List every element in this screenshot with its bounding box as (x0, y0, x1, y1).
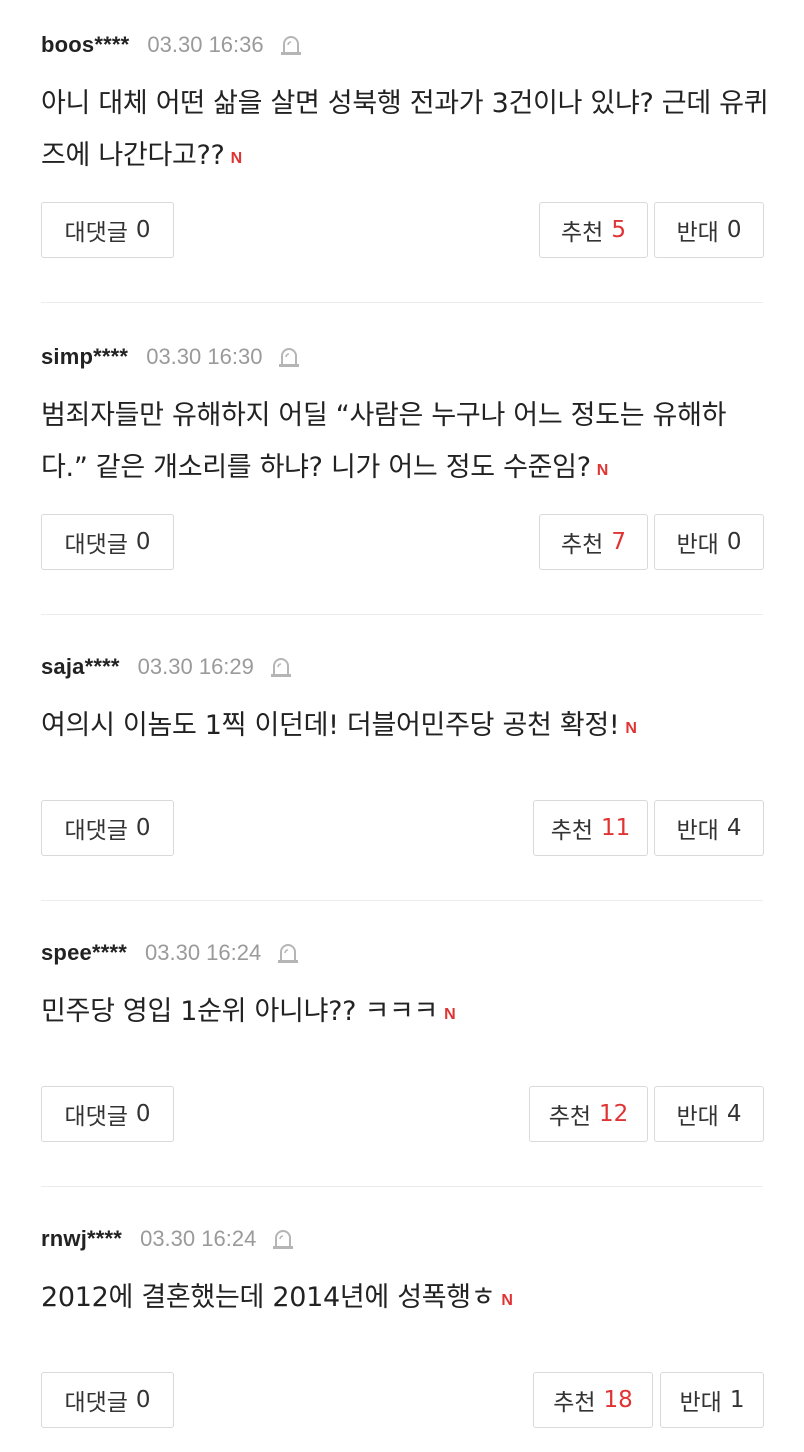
comment-text: 여의시 이놈도 1찍 이던데! 더블어민주당 공천 확정! N (41, 700, 771, 755)
dislike-button[interactable]: 반대 0 (654, 514, 764, 570)
new-badge: N (230, 150, 243, 167)
reply-button[interactable]: 대댓글 0 (41, 1086, 174, 1142)
comment-meta: boos**** 03.30 16:36 (41, 30, 302, 60)
comment-item: simp**** 03.30 16:30 범죄자들만 유해하지 어딜 “사람은 … (0, 312, 804, 616)
dislike-count: 1 (729, 1387, 745, 1413)
reply-count: 0 (135, 529, 151, 555)
comment-text-content: 민주당 영입 1순위 아니냐?? ㅋㅋㅋ (41, 996, 439, 1027)
comment-divider (41, 900, 763, 901)
report-siren-icon[interactable] (278, 345, 300, 369)
comment-timestamp: 03.30 16:36 (147, 32, 264, 57)
reply-label: 대댓글 (64, 1390, 128, 1416)
comment-username: saja**** (41, 654, 120, 679)
dislike-count: 4 (726, 815, 742, 841)
like-count: 11 (601, 815, 631, 841)
reply-button[interactable]: 대댓글 0 (41, 514, 174, 570)
like-label: 추천 (561, 532, 604, 558)
comment-meta: spee**** 03.30 16:24 (41, 938, 299, 968)
comment-divider (41, 302, 763, 303)
dislike-button[interactable]: 반대 4 (654, 800, 764, 856)
comment-timestamp: 03.30 16:30 (146, 344, 263, 369)
comment-item: saja**** 03.30 16:29 여의시 이놈도 1찍 이던데! 더블어… (0, 622, 804, 902)
reply-count: 0 (135, 1101, 151, 1127)
dislike-button[interactable]: 반대 0 (654, 202, 764, 258)
comment-meta: saja**** 03.30 16:29 (41, 652, 292, 682)
new-badge: N (596, 462, 609, 479)
like-label: 추천 (550, 818, 594, 844)
dislike-label: 반대 (676, 532, 719, 558)
new-badge: N (501, 1292, 513, 1309)
like-button[interactable]: 추천 11 (533, 800, 648, 856)
comment-username: rnwj**** (41, 1226, 123, 1251)
comment-timestamp: 03.30 16:24 (145, 940, 262, 965)
reply-label: 대댓글 (64, 220, 128, 246)
dislike-button[interactable]: 반대 4 (654, 1086, 764, 1142)
like-label: 추천 (561, 220, 604, 246)
report-siren-icon[interactable] (272, 1227, 294, 1251)
comment-meta: rnwj**** 03.30 16:24 (41, 1224, 294, 1254)
dislike-label: 반대 (676, 220, 719, 246)
reply-label: 대댓글 (64, 1104, 128, 1130)
dislike-label: 반대 (679, 1390, 722, 1416)
comment-username: simp**** (41, 344, 129, 369)
like-button[interactable]: 추천 7 (539, 514, 648, 570)
like-count: 18 (603, 1387, 633, 1413)
dislike-count: 4 (726, 1101, 742, 1127)
comment-timestamp: 03.30 16:29 (137, 654, 254, 679)
like-label: 추천 (548, 1104, 592, 1130)
dislike-label: 반대 (676, 1104, 719, 1130)
comment-text: 아니 대체 어떤 삶을 살면 성북행 전과가 3건이나 있냐? 근데 유퀴즈에 … (41, 78, 771, 185)
reply-button[interactable]: 대댓글 0 (41, 1372, 174, 1428)
report-siren-icon[interactable] (270, 655, 292, 679)
comment-item: spee**** 03.30 16:24 민주당 영입 1순위 아니냐?? ㅋㅋ… (0, 908, 804, 1188)
comment-text: 2012에 결혼했는데 2014년에 성폭행ㅎ N (41, 1272, 771, 1327)
comment-text: 범죄자들만 유해하지 어딜 “사람은 누구나 어느 정도는 유해하다.” 같은 … (41, 390, 771, 497)
comment-meta: simp**** 03.30 16:30 (41, 342, 300, 372)
report-siren-icon[interactable] (280, 33, 302, 57)
dislike-count: 0 (726, 217, 742, 243)
reply-count: 0 (135, 217, 151, 243)
like-label: 추천 (553, 1390, 596, 1416)
comment-item: rnwj**** 03.30 16:24 2012에 결혼했는데 2014년에 … (0, 1194, 804, 1452)
comment-text-content: 여의시 이놈도 1찍 이던데! 더블어민주당 공천 확정! (41, 710, 620, 741)
like-count: 12 (599, 1101, 629, 1127)
new-badge: N (625, 720, 637, 737)
like-button[interactable]: 추천 18 (533, 1372, 653, 1428)
reply-label: 대댓글 (64, 818, 128, 844)
report-siren-icon[interactable] (277, 941, 299, 965)
reply-button[interactable]: 대댓글 0 (41, 202, 174, 258)
comment-username: spee**** (41, 940, 127, 965)
comment-text-content: 2012에 결혼했는데 2014년에 성폭행ㅎ (41, 1282, 496, 1313)
dislike-label: 반대 (676, 818, 719, 844)
like-button[interactable]: 추천 5 (539, 202, 648, 258)
comment-divider (41, 1186, 763, 1187)
comment-text: 민주당 영입 1순위 아니냐?? ㅋㅋㅋ N (41, 986, 771, 1041)
comment-item: boos**** 03.30 16:36 아니 대체 어떤 삶을 살면 성북행 … (0, 0, 804, 304)
dislike-count: 0 (726, 529, 742, 555)
like-count: 5 (611, 217, 626, 243)
comment-text-content: 아니 대체 어떤 삶을 살면 성북행 전과가 3건이나 있냐? 근데 유퀴즈에 … (41, 88, 769, 171)
reply-count: 0 (135, 815, 151, 841)
comment-timestamp: 03.30 16:24 (140, 1226, 257, 1251)
comment-username: boos**** (41, 32, 130, 57)
reply-label: 대댓글 (64, 532, 128, 558)
reply-count: 0 (135, 1387, 151, 1413)
comment-divider (41, 614, 763, 615)
comment-text-content: 범죄자들만 유해하지 어딜 “사람은 누구나 어느 정도는 유해하다.” 같은 … (41, 400, 727, 483)
reply-button[interactable]: 대댓글 0 (41, 800, 174, 856)
new-badge: N (444, 1006, 456, 1023)
like-button[interactable]: 추천 12 (529, 1086, 648, 1142)
like-count: 7 (611, 529, 626, 555)
dislike-button[interactable]: 반대 1 (660, 1372, 764, 1428)
